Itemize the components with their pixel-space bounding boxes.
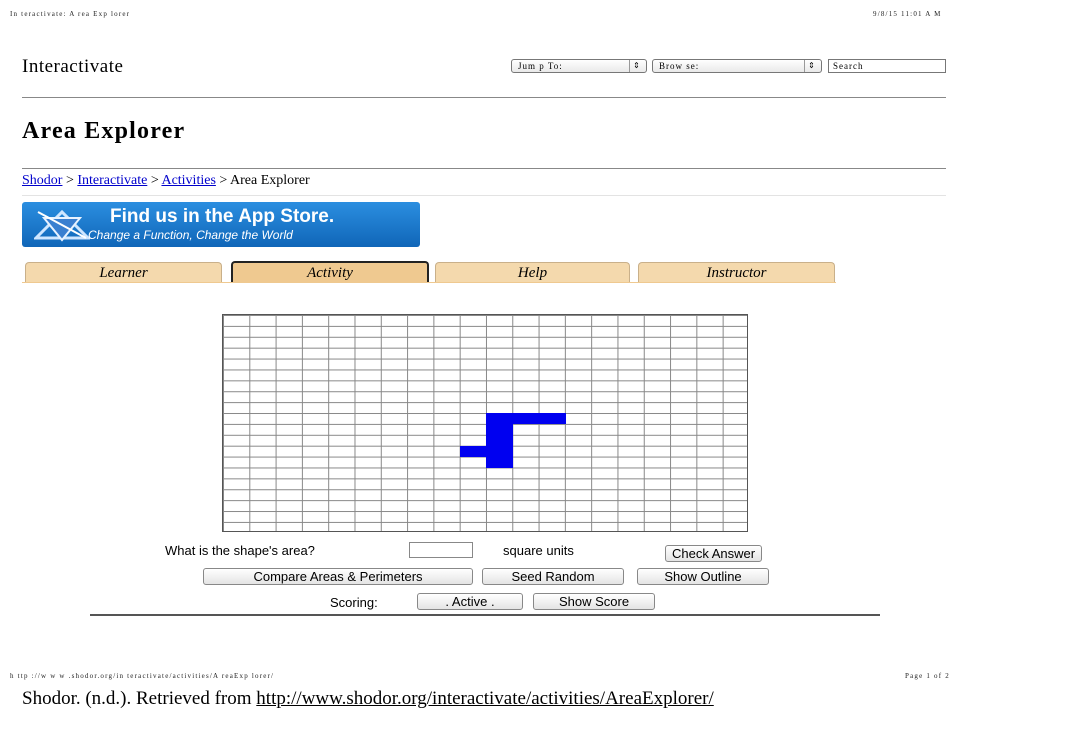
banner-headline: Find us in the App Store. [110,206,335,227]
browse-label: Brow se: [659,61,700,71]
site-name[interactable]: Interactivate [22,56,123,78]
filled-cell[interactable] [486,445,513,457]
breadcrumb-shodor[interactable]: Shodor [22,173,62,188]
area-grid[interactable] [222,314,748,532]
show-score-button[interactable]: Show Score [533,593,655,610]
units-label: square units [503,543,574,558]
tab-help[interactable]: Help [435,262,630,283]
check-answer-button[interactable]: Check Answer [665,545,763,562]
jump-to-select[interactable]: Jum p To: ⇕ [511,59,647,73]
print-header-title: In teractivate: A rea Exp lorer [10,10,131,18]
filled-cell[interactable] [486,424,513,435]
citation: Shodor. (n.d.). Retrieved from http://ww… [22,688,714,710]
select-arrows-icon: ⇕ [629,60,644,72]
filled-cell[interactable] [486,413,513,425]
scoring-label: Scoring: [330,595,378,610]
print-footer-url: h ttp ://w w w .shodor.org/in teractivat… [10,672,275,680]
app-logo-icon [34,209,90,242]
breadcrumb-activities[interactable]: Activities [161,173,215,188]
jump-to-label: Jum p To: [518,61,563,71]
search-input[interactable]: Search [828,59,946,73]
breadcrumb-current: Area Explorer [230,173,310,188]
breadcrumb: Shodor > Interactivate > Activities > Ar… [22,173,310,189]
show-outline-button[interactable]: Show Outline [637,568,769,585]
tab-bar-underline [22,282,836,283]
app-store-banner[interactable]: Find us in the App Store. Change a Funct… [22,202,420,247]
select-arrows-icon: ⇕ [804,60,819,72]
tab-learner[interactable]: Learner [25,262,222,283]
tab-instructor[interactable]: Instructor [638,262,835,283]
print-footer-page: Page 1 of 2 [905,672,950,680]
filled-cell[interactable] [512,413,540,425]
scoring-active-button[interactable]: . Active . [417,593,523,610]
filled-cell[interactable] [459,445,487,457]
seed-random-button[interactable]: Seed Random [482,568,624,585]
filled-cell[interactable] [486,434,513,446]
title-divider [22,168,946,169]
filled-cell[interactable] [486,456,513,468]
browse-select[interactable]: Brow se: ⇕ [652,59,822,73]
breadcrumb-separator: > [150,173,159,188]
tab-activity[interactable]: Activity [231,261,429,283]
compare-areas-perimeters-button[interactable]: Compare Areas & Perimeters [203,568,473,585]
breadcrumb-separator: > [65,173,74,188]
breadcrumb-interactivate[interactable]: Interactivate [77,173,147,188]
banner-tagline: Change a Function, Change the World [88,228,293,242]
citation-link[interactable]: http://www.shodor.org/interactivate/acti… [256,688,713,709]
filled-cell[interactable] [538,413,566,425]
page-title: Area Explorer [22,118,186,144]
header-divider [22,97,946,98]
applet-bottom-border [90,614,880,616]
citation-prefix: Shodor. (n.d.). Retrieved from [22,688,257,709]
breadcrumb-divider [22,195,946,196]
area-question-label: What is the shape's area? [165,543,315,558]
area-answer-input[interactable] [409,542,473,558]
breadcrumb-separator: > [219,173,228,188]
print-header-date: 9/8/15 11:01 A M [873,10,942,18]
